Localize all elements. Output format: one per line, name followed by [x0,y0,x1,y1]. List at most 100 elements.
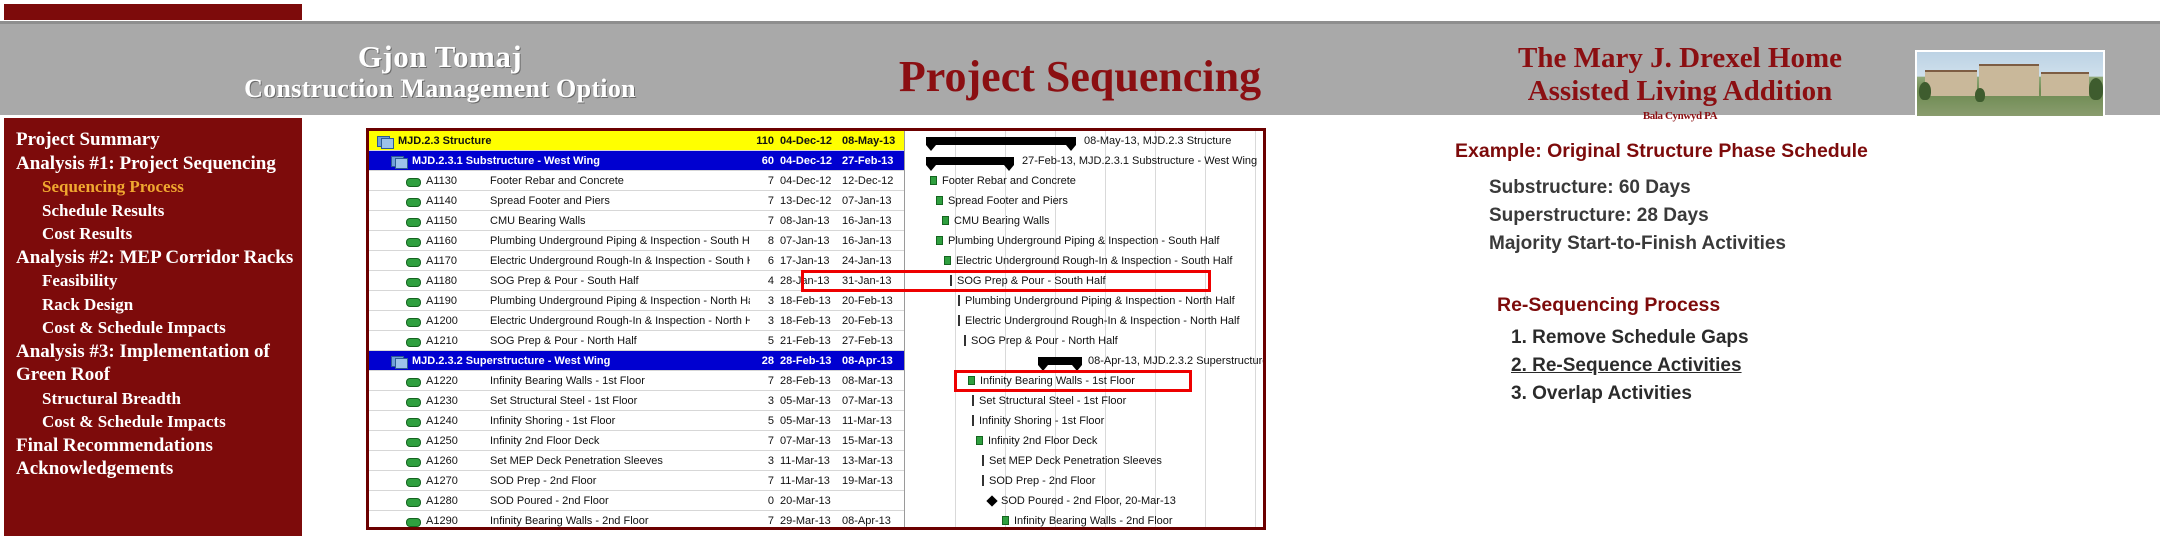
gantt-timeline-row[interactable]: SOD Poured - 2nd Floor, 20-Mar-13 [906,491,1263,511]
gantt-table-row[interactable]: MJD.2.3.1 Substructure - West Wing 60 04-D… [369,151,904,171]
gantt-timeline-row[interactable]: Plumbing Underground Piping & Inspection… [906,231,1263,251]
gantt-timeline-row[interactable]: SOG Prep & Pour - South Half [906,271,1263,291]
activity-id: A1180 [426,274,457,287]
gantt-table-row[interactable]: A1280 SOD Poured - 2nd Floor 0 20-Mar-13 [369,491,904,511]
activity-duration: 28 [761,354,774,367]
sidebar-item-analysis-3-line2[interactable]: Green Roof [16,363,302,387]
gantt-timeline-row[interactable]: SOG Prep & Pour - North Half [906,331,1263,351]
gantt-table-row[interactable]: A1270 SOD Prep - 2nd Floor 7 11-Mar-13 19-Ma… [369,471,904,491]
gantt-table-row[interactable]: A1170 Electric Underground Rough-In & Ins… [369,251,904,271]
project-location: Bala Cynwyd PA [1642,110,1718,122]
activity-finish-date: 31-Jan-13 [842,274,892,287]
timeline-activity-label: Infinity 2nd Floor Deck [988,434,1098,447]
sidebar-item-analysis-3-line1[interactable]: Analysis #3: Implementation of [16,340,302,364]
gantt-table-row[interactable]: A1240 Infinity Shoring - 1st Floor 5 05-Mar… [369,411,904,431]
activity-start-date: 05-Mar-13 [780,394,831,407]
bar-icon [405,255,421,267]
gantt-timeline-row[interactable]: 08-May-13, MJD.2.3 Structure [906,131,1263,151]
sidebar-item-feasibility[interactable]: Feasibility [16,269,302,293]
sidebar-item-analysis-2[interactable]: Analysis #2: MEP Corridor Racks [16,246,302,270]
activity-name: MJD.2.3 Structure [398,134,492,147]
activity-bar-icon [930,176,937,185]
presentation-slide: Gjon Tomaj Construction Management Optio… [0,0,2160,540]
gantt-table-row[interactable]: MJD.2.3.2 Superstructure - West Wing 28 28… [369,351,904,371]
gantt-table-row[interactable]: A1260 Set MEP Deck Penetration Sleeves 3 11… [369,451,904,471]
activity-finish-date: 16-Jan-13 [842,214,892,227]
gantt-activity-table: MJD.2.3 Structure 110 04-Dec-12 08-May-13 MJ… [369,131,905,527]
activity-bar-icon [944,256,951,265]
timeline-activity-label: 08-Apr-13, MJD.2.3.2 Superstructure - We… [1088,354,1263,367]
activity-name: SOG Prep & Pour - South Half [490,274,639,287]
bar-icon [405,375,421,387]
sidebar-item-project-summary[interactable]: Project Summary [16,128,302,152]
bar-icon [405,335,421,347]
activity-id: A1270 [426,474,458,487]
activity-finish-date: 20-Feb-13 [842,294,893,307]
gantt-timeline-row[interactable]: 27-Feb-13, MJD.2.3.1 Substructure - West… [906,151,1263,171]
gantt-timeline-row[interactable]: Footer Rebar and Concrete [906,171,1263,191]
sidebar-item-final-recommendations[interactable]: Final Recommendations [16,434,302,458]
slide-header: Gjon Tomaj Construction Management Optio… [0,21,2160,122]
notes-panel: Example: Original Structure Phase Schedu… [1455,138,2095,408]
gantt-timeline-row[interactable]: Set MEP Deck Penetration Sleeves [906,451,1263,471]
activity-start-date: 04-Dec-12 [780,134,832,147]
activity-id: A1250 [426,434,458,447]
sidebar-item-structural-breadth[interactable]: Structural Breadth [16,387,302,411]
sidebar-item-sequencing-process[interactable]: Sequencing Process [16,175,302,199]
gantt-table-row[interactable]: A1200 Electric Underground Rough-In & Ins… [369,311,904,331]
gantt-timeline-row[interactable]: CMU Bearing Walls [906,211,1263,231]
gantt-table-row[interactable]: A1250 Infinity 2nd Floor Deck 7 07-Mar-13 15… [369,431,904,451]
gantt-table-row[interactable]: A1190 Plumbing Underground Piping & Inspe… [369,291,904,311]
gantt-timeline-row[interactable]: Infinity 2nd Floor Deck [906,431,1263,451]
activity-id: A1170 [426,254,457,267]
gantt-timeline-row[interactable]: SOD Prep - 2nd Floor [906,471,1263,491]
gantt-timeline-row[interactable]: Infinity Shoring - 1st Floor [906,411,1263,431]
bar-icon [405,515,421,527]
sidebar-item-acknowledgements[interactable]: Acknowledgements [16,457,302,481]
gantt-timeline-row[interactable]: Electric Underground Rough-In & Inspecti… [906,311,1263,331]
gantt-table-row[interactable]: A1140 Spread Footer and Piers 7 13-Dec-12 07… [369,191,904,211]
sidebar-item-cost-results[interactable]: Cost Results [16,222,302,246]
activity-duration: 8 [767,234,774,247]
timeline-activity-label: Infinity Bearing Walls - 1st Floor [980,374,1135,387]
activity-id: A1140 [426,194,457,207]
activity-name: Infinity 2nd Floor Deck [490,434,600,447]
activity-duration: 3 [767,314,774,327]
gantt-table-row[interactable]: A1180 SOG Prep & Pour - South Half 4 28-Jan… [369,271,904,291]
timeline-activity-label: 08-May-13, MJD.2.3 Structure [1084,134,1232,147]
sidebar-item-rack-design[interactable]: Rack Design [16,293,302,317]
sidebar-item-analysis-1[interactable]: Analysis #1: Project Sequencing [16,152,302,176]
gantt-timeline-row[interactable]: Electric Underground Rough-In & Inspecti… [906,251,1263,271]
gantt-timeline-row[interactable]: Plumbing Underground Piping & Inspection… [906,291,1263,311]
gantt-table-row[interactable]: A1160 Plumbing Underground Piping & Inspe… [369,231,904,251]
gantt-timeline-row[interactable]: Infinity Bearing Walls - 1st Floor [906,371,1263,391]
bar-icon [405,235,421,247]
gantt-table-row[interactable]: A1210 SOG Prep & Pour - North Half 5 21-Feb… [369,331,904,351]
sidebar-item-cost-schedule-impacts-3[interactable]: Cost & Schedule Impacts [16,410,302,434]
bar-icon [405,475,421,487]
gantt-timeline-row[interactable]: 08-Apr-13, MJD.2.3.2 Superstructure - We… [906,351,1263,371]
activity-id: A1200 [426,314,458,327]
gantt-timeline-row[interactable]: Spread Footer and Piers [906,191,1263,211]
gantt-table-row[interactable]: A1150 CMU Bearing Walls 7 08-Jan-13 16-Jan-1… [369,211,904,231]
timeline-activity-label: Set Structural Steel - 1st Floor [979,394,1127,407]
activity-finish-date: 20-Feb-13 [842,314,893,327]
gantt-table-row[interactable]: A1290 Infinity Bearing Walls - 2nd Floor 7… [369,511,904,527]
gantt-table-row[interactable]: A1130 Footer Rebar and Concrete 7 04-Dec-12… [369,171,904,191]
timeline-activity-label: Plumbing Underground Piping & Inspection… [948,234,1220,247]
gantt-table-row[interactable]: A1230 Set Structural Steel - 1st Floor 3 05… [369,391,904,411]
gantt-table-row[interactable]: A1220 Infinity Bearing Walls - 1st Floor 7… [369,371,904,391]
timeline-activity-label: Footer Rebar and Concrete [942,174,1076,187]
gantt-table-row[interactable]: MJD.2.3 Structure 110 04-Dec-12 08-May-13 [369,131,904,151]
sidebar-item-cost-schedule-impacts-2[interactable]: Cost & Schedule Impacts [16,316,302,340]
gantt-timeline-row[interactable]: Set Structural Steel - 1st Floor [906,391,1263,411]
folder-icon [391,155,408,169]
activity-start-date: 28-Feb-13 [780,354,832,367]
notes-step-2: 2. Re-Sequence Activities [1511,355,1742,376]
activity-finish-date: 07-Jan-13 [842,194,892,207]
top-accent-stripe [4,4,302,20]
activity-tick-icon [958,295,960,306]
gantt-timeline-row[interactable]: Infinity Bearing Walls - 2nd Floor [906,511,1263,527]
notes-step-1: 1. Remove Schedule Gaps [1511,327,1749,348]
sidebar-item-schedule-results[interactable]: Schedule Results [16,199,302,223]
